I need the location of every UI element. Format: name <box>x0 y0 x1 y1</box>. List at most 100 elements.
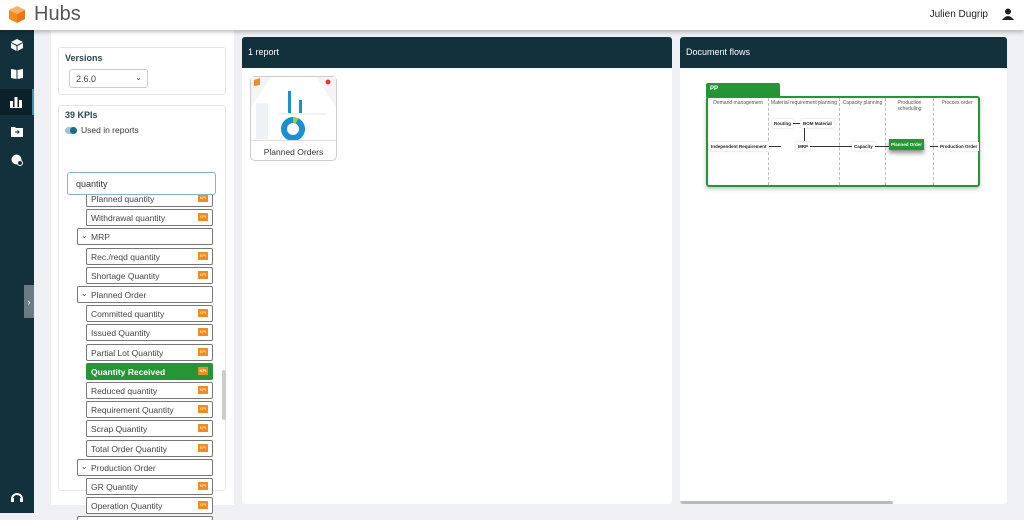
folder-icon <box>11 126 23 137</box>
kpi-badge-icon: KPI <box>198 328 208 337</box>
kpi-label: Committed quantity <box>91 309 165 320</box>
kpi-item[interactable]: Operation Quantity KPI <box>86 497 213 515</box>
versions-card: Versions 2.6.0 ⌄ <box>58 47 226 95</box>
top-bar: Hubs Julien Dugrip <box>0 0 1024 30</box>
kpi-item[interactable]: GR Quantity KPI <box>86 478 213 495</box>
kpi-search-input[interactable] <box>67 172 216 195</box>
sidebar: › <box>0 30 34 513</box>
kpi-item[interactable]: Issued Quantity KPI <box>86 324 213 342</box>
chart-icon <box>10 97 22 108</box>
report-preview-icon <box>251 77 336 140</box>
kpi-badge-icon: KPI <box>198 251 208 260</box>
document-flow-diagram: PP Demand management Material requiremen… <box>706 83 980 187</box>
flow-arrow <box>874 146 890 147</box>
kpi-item[interactable]: Shortage Quantity KPI <box>86 266 213 284</box>
kpi-badge-icon: KPI <box>198 366 208 375</box>
hubs-logo-icon <box>9 6 25 23</box>
globe-icon <box>11 154 23 166</box>
chevron-down-icon[interactable]: ⌄ <box>81 462 88 471</box>
kpi-tree: Planned quantity KPI Withdrawal quantity KP… <box>51 195 234 520</box>
document-flows-panel: Document flows PP Demand management Mate… <box>680 37 1007 504</box>
used-in-reports-toggle[interactable] <box>65 127 77 134</box>
chevron-down-icon: ⌄ <box>135 73 142 82</box>
kpi-label: Reduced quantity <box>91 386 158 396</box>
kpi-label: Issued Quantity <box>91 328 151 339</box>
kpi-label: GR Quantity <box>91 482 138 492</box>
chevron-down-icon[interactable]: ⌄ <box>81 289 88 298</box>
node-independent-requirement[interactable]: Independent Requirement <box>709 142 769 151</box>
expand-sidebar-button[interactable]: › <box>24 285 34 318</box>
kpi-item[interactable]: Committed quantity KPI <box>86 305 213 323</box>
node-capacity[interactable]: Capacity <box>852 142 875 151</box>
version-select[interactable]: 2.6.0 ⌄ <box>69 69 148 88</box>
kpi-label: Production Order <box>91 462 156 473</box>
node-bom-material[interactable]: BOM Material <box>801 119 834 128</box>
kpi-item[interactable]: Quantity Received KPI <box>86 362 213 380</box>
sidebar-item-models[interactable] <box>0 32 34 58</box>
versions-label: Versions <box>65 53 103 63</box>
flow-box: Demand management Material requirement p… <box>706 96 980 187</box>
kpi-item[interactable]: Rec./reqd quantity KPI <box>86 247 213 265</box>
sidebar-item-folders[interactable] <box>0 118 34 144</box>
flow-line <box>792 123 800 124</box>
version-value: 2.6.0 <box>76 74 97 84</box>
kpi-badge-icon: KPI <box>198 347 208 356</box>
support-icon <box>11 493 23 502</box>
kpi-badge-icon: KPI <box>198 213 208 222</box>
kpi-badge-icon: KPI <box>198 405 208 414</box>
kpi-group[interactable]: ⌄ <box>77 516 213 520</box>
used-in-reports-label: Used in reports <box>81 125 139 135</box>
kpi-item[interactable]: Planned quantity KPI <box>86 195 213 207</box>
kpi-label: Quantity Received <box>91 366 166 377</box>
kpi-label: Withdrawal quantity <box>91 213 166 224</box>
flows-horizontal-scrollbar[interactable] <box>680 501 893 504</box>
user-icon[interactable] <box>1002 8 1014 20</box>
app-title: Hubs <box>34 3 81 25</box>
kpi-group[interactable]: ⌄ Planned Order <box>77 286 213 303</box>
node-mrp[interactable]: MRP <box>796 142 810 151</box>
kpi-label: Rec./reqd quantity <box>91 251 160 262</box>
sidebar-item-docs[interactable] <box>0 60 34 86</box>
cube-icon <box>11 39 23 51</box>
report-card[interactable]: Planned Orders <box>250 76 337 161</box>
kpi-label: Scrap Quantity <box>91 424 148 435</box>
sidebar-item-globe[interactable] <box>0 147 34 173</box>
kpi-item[interactable]: Partial Lot Quantity KPI <box>86 343 213 361</box>
kpi-badge-icon: KPI <box>198 195 208 202</box>
kpi-label: Planned quantity <box>91 195 155 204</box>
node-routing[interactable]: Routing <box>772 119 793 128</box>
node-production-order[interactable]: Production Order <box>938 142 980 151</box>
kpi-label: MRP <box>91 232 110 243</box>
sidebar-item-reports[interactable] <box>0 89 34 115</box>
report-title: Planned Orders <box>263 147 324 157</box>
kpi-label: Requirement Quantity <box>91 405 174 416</box>
kpi-badge-icon: KPI <box>198 424 208 433</box>
chevron-down-icon[interactable]: ⌄ <box>81 231 88 240</box>
kpi-badge-icon: KPI <box>198 270 208 279</box>
kpi-item[interactable]: Reduced quantity KPI <box>86 382 213 399</box>
kpi-label: Planned Order <box>91 290 147 300</box>
module-tab[interactable]: PP <box>706 83 780 97</box>
flow-arrow <box>930 146 938 147</box>
kpi-label: Operation Quantity <box>91 501 163 512</box>
book-icon <box>11 69 23 79</box>
kpi-item[interactable]: Requirement Quantity KPI <box>86 401 213 419</box>
kpi-group[interactable]: ⌄ MRP <box>77 228 213 246</box>
kpi-item[interactable]: Scrap Quantity KPI <box>86 420 213 438</box>
kpi-badge-icon: KPI <box>198 443 208 452</box>
user-name[interactable]: Julien Dugrip <box>930 9 988 20</box>
reports-panel: 1 report Planned Orders <box>242 37 672 504</box>
kpi-badge-icon: KPI <box>198 501 208 510</box>
reports-header: 1 report <box>242 37 672 68</box>
kpi-group[interactable]: ⌄ Production Order <box>77 458 213 476</box>
kpi-label: Total Order Quantity <box>91 443 168 454</box>
kpi-item[interactable]: Withdrawal quantity KPI <box>86 209 213 227</box>
flows-header: Document flows <box>680 37 1007 68</box>
kpi-scrollbar[interactable] <box>222 370 226 420</box>
kpi-item[interactable]: Total Order Quantity KPI <box>86 439 213 457</box>
sidebar-item-support[interactable] <box>0 484 34 510</box>
node-planned-order[interactable]: Planned Order <box>889 139 925 150</box>
flow-arrow <box>807 146 852 147</box>
kpi-label: Partial Lot Quantity <box>91 347 164 358</box>
kpi-panel: Versions 2.6.0 ⌄ 39 KPIs Used in reports … <box>51 30 234 520</box>
